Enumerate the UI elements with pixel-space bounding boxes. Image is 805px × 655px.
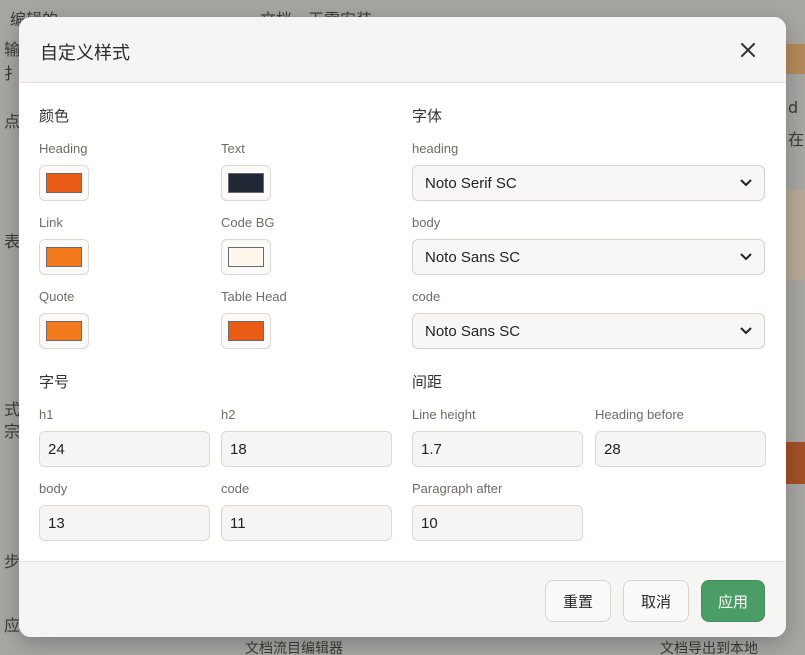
line-height-input[interactable]: 1.7: [412, 431, 583, 467]
heading-before-label: Heading before: [595, 407, 684, 422]
background-text: 式: [4, 400, 21, 419]
h2-size-value: 18: [230, 440, 247, 458]
paragraph-after-value: 10: [421, 514, 438, 532]
line-height-label: Line height: [412, 407, 476, 422]
table-head-color-swatch: [228, 321, 264, 341]
h2-size-label: h2: [221, 407, 236, 422]
close-button[interactable]: [735, 37, 761, 63]
code-font-label: code: [412, 289, 441, 304]
background-block: [786, 442, 805, 484]
heading-before-value: 28: [604, 440, 621, 458]
heading-font-value: Noto Serif SC: [425, 174, 517, 192]
body-size-input[interactable]: 13: [39, 505, 210, 541]
heading-font-label: heading: [412, 141, 459, 156]
heading-font-select[interactable]: Noto Serif SC: [412, 165, 765, 201]
quote-color-swatch: [46, 321, 82, 341]
cancel-button[interactable]: 取消: [623, 580, 689, 622]
table-head-color-picker[interactable]: [221, 313, 271, 349]
close-icon: [741, 43, 755, 57]
reset-button[interactable]: 重置: [545, 580, 611, 622]
body-font-select[interactable]: Noto Sans SC: [412, 239, 765, 275]
fonts-section-title: 字体: [412, 107, 443, 125]
h1-size-value: 24: [48, 440, 65, 458]
code-size-label: code: [221, 481, 250, 496]
background-text: 文档流目编辑器: [245, 641, 343, 655]
background-text: 输: [4, 40, 21, 59]
link-color-picker[interactable]: [39, 239, 89, 275]
colors-section-title: 颜色: [39, 107, 70, 125]
code-size-input[interactable]: 11: [221, 505, 392, 541]
background-text: 在: [788, 130, 805, 149]
background-text: 扌: [4, 64, 21, 83]
chevron-down-icon: [740, 253, 752, 261]
body-size-label: body: [39, 481, 68, 496]
dialog-footer: 重置 取消 应用: [19, 561, 786, 637]
text-color-label: Text: [221, 141, 245, 156]
line-height-value: 1.7: [421, 440, 442, 458]
code-size-value: 11: [230, 514, 246, 532]
heading-before-input[interactable]: 28: [595, 431, 766, 467]
background-text: 步: [4, 552, 21, 571]
code-font-value: Noto Sans SC: [425, 322, 521, 340]
body-font-value: Noto Sans SC: [425, 248, 521, 266]
custom-style-dialog: 自定义样式 颜色 Heading Text Link Code BG Quote…: [19, 17, 786, 637]
background-text: 表: [4, 232, 21, 251]
background-text: 应: [4, 616, 21, 635]
table-head-color-label: Table Head: [221, 289, 287, 304]
h1-size-input[interactable]: 24: [39, 431, 210, 467]
background-block: [786, 44, 805, 74]
code-bg-color-label: Code BG: [221, 215, 275, 230]
chevron-down-icon: [740, 179, 752, 187]
link-color-swatch: [46, 247, 82, 267]
quote-color-label: Quote: [39, 289, 75, 304]
quote-color-picker[interactable]: [39, 313, 89, 349]
heading-color-label: Heading: [39, 141, 88, 156]
background-block: [786, 190, 805, 280]
paragraph-after-input[interactable]: 10: [412, 505, 583, 541]
spacing-section-title: 间距: [412, 373, 443, 391]
code-font-select[interactable]: Noto Sans SC: [412, 313, 765, 349]
body-size-value: 13: [48, 514, 65, 532]
code-bg-color-picker[interactable]: [221, 239, 271, 275]
sizes-section-title: 字号: [39, 373, 70, 391]
background-text: d: [788, 98, 799, 117]
chevron-down-icon: [740, 327, 752, 335]
text-color-picker[interactable]: [221, 165, 271, 201]
background-text: 宗: [4, 422, 21, 441]
apply-button[interactable]: 应用: [701, 580, 765, 622]
body-font-label: body: [412, 215, 441, 230]
paragraph-after-label: Paragraph after: [412, 481, 503, 496]
link-color-label: Link: [39, 215, 63, 230]
h2-size-input[interactable]: 18: [221, 431, 392, 467]
background-text: 点: [4, 112, 21, 131]
dialog-title: 自定义样式: [40, 43, 130, 64]
code-bg-color-swatch: [228, 247, 264, 267]
heading-color-swatch: [46, 173, 82, 193]
dialog-header: 自定义样式: [19, 17, 786, 83]
background-text: 文档导出到本地: [660, 641, 758, 655]
heading-color-picker[interactable]: [39, 165, 89, 201]
h1-size-label: h1: [39, 407, 54, 422]
text-color-swatch: [228, 173, 264, 193]
